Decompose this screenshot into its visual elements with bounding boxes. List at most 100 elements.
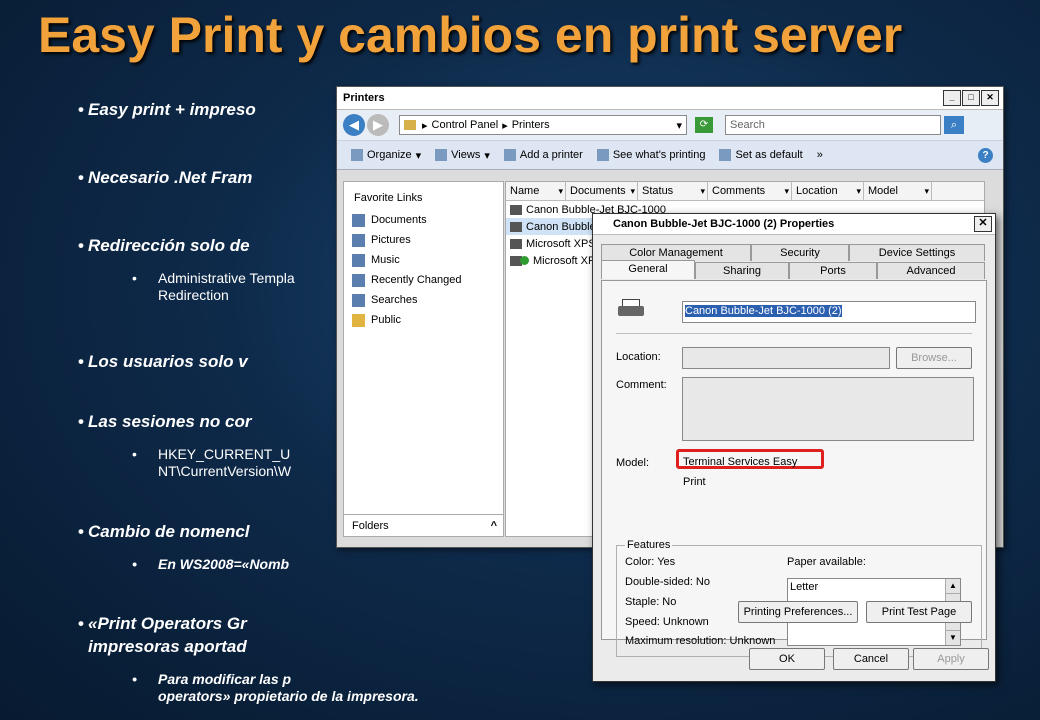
nav-pictures[interactable]: Pictures	[344, 230, 503, 250]
nav-label: Public	[371, 314, 401, 326]
address-separator: ▸	[422, 119, 428, 132]
bullet-easy-print: Easy print + impreso	[78, 100, 256, 120]
bullet-redireccion: Redirección solo de	[78, 236, 250, 256]
printer-name-input[interactable]: Canon Bubble-Jet BJC-1000 (2)	[682, 301, 976, 323]
recent-icon	[352, 273, 365, 287]
favorite-links-heading: Favorite Links	[354, 192, 423, 204]
help-icon[interactable]: ?	[978, 147, 993, 163]
default-printer-icon	[719, 149, 732, 161]
tab-general[interactable]: General	[601, 260, 695, 279]
public-folder-icon	[352, 313, 365, 327]
column-model[interactable]: Model	[864, 182, 932, 200]
tab-device-settings[interactable]: Device Settings	[849, 244, 985, 261]
ok-button[interactable]: OK	[749, 648, 825, 670]
back-arrow-icon[interactable]: ◀	[343, 114, 365, 136]
printer-queue-icon	[596, 149, 609, 161]
column-location[interactable]: Location	[792, 182, 864, 200]
bullet-sesiones: Las sesiones no cor	[78, 412, 251, 432]
navigation-pane: Favorite Links Documents Pictures Music …	[343, 181, 504, 537]
folders-toggle[interactable]: Folders ^	[344, 514, 503, 536]
tab-ports[interactable]: Ports	[789, 262, 877, 279]
folders-label: Folders	[352, 520, 389, 532]
browse-button[interactable]: Browse...	[896, 347, 972, 369]
feature-double-sided: Double-sided: No	[625, 576, 710, 588]
maximize-icon[interactable]: □	[962, 90, 980, 106]
nav-music[interactable]: Music	[344, 250, 503, 270]
set-default-label: Set as default	[735, 149, 803, 161]
column-status[interactable]: Status	[638, 182, 708, 200]
sub-bullet-ws2008: En WS2008=«Nomb	[132, 556, 289, 573]
close-icon[interactable]: ✕	[981, 90, 999, 106]
address-dropdown-icon[interactable]: ▾	[676, 119, 682, 132]
pictures-icon	[352, 233, 365, 247]
feature-staple: Staple: No	[625, 596, 677, 608]
organize-button[interactable]: Organize ▾	[351, 149, 421, 162]
chevron-up-icon: ^	[490, 520, 497, 532]
model-value: Terminal Services Easy Print	[683, 456, 798, 488]
refresh-icon[interactable]: ⟳	[695, 117, 713, 133]
cancel-button[interactable]: Cancel	[833, 648, 909, 670]
features-label: Features	[625, 539, 673, 551]
printing-preferences-button[interactable]: Printing Preferences...	[738, 601, 858, 623]
nav-recently-changed[interactable]: Recently Changed	[344, 270, 503, 290]
tab-advanced[interactable]: Advanced	[877, 262, 985, 279]
comment-input[interactable]	[682, 377, 974, 441]
bullet-print-operators: «Print Operators Gr	[78, 614, 247, 634]
apply-button[interactable]: Apply	[913, 648, 989, 670]
add-printer-button[interactable]: Add a printer	[503, 149, 583, 161]
bullet-net-framework: Necesario .Net Fram	[78, 168, 252, 188]
forward-arrow-icon[interactable]: ▶	[367, 114, 389, 136]
address-part-control-panel[interactable]: Control Panel	[432, 119, 499, 131]
command-toolbar: Organize ▾ Views ▾ Add a printer See wha…	[337, 140, 1003, 170]
nav-public[interactable]: Public	[344, 310, 503, 330]
nav-label: Searches	[371, 294, 418, 306]
paper-item[interactable]: Letter	[788, 579, 960, 593]
scroll-up-icon[interactable]: ▲	[946, 579, 960, 594]
dialog-title: Canon Bubble-Jet BJC-1000 (2) Properties	[613, 218, 835, 230]
tab-color-management[interactable]: Color Management	[601, 244, 751, 261]
scroll-down-icon[interactable]: ▼	[946, 630, 960, 645]
bullet-nomenclatura: Cambio de nomencl	[78, 522, 250, 542]
model-label: Model:	[616, 457, 650, 469]
address-input[interactable]: ▸ Control Panel ▸ Printers ▾	[399, 115, 687, 135]
general-tab-panel: Canon Bubble-Jet BJC-1000 (2) Location: …	[601, 280, 987, 657]
dialog-titlebar[interactable]: Canon Bubble-Jet BJC-1000 (2) Properties…	[593, 214, 995, 235]
nav-documents[interactable]: Documents	[344, 210, 503, 230]
feature-speed: Speed: Unknown	[625, 616, 709, 628]
feature-max-resolution: Maximum resolution: Unknown	[625, 635, 776, 647]
column-headers: Name Documents Status Comments Location …	[506, 182, 984, 201]
views-button[interactable]: Views ▾	[435, 149, 490, 162]
window-title: Printers	[343, 92, 385, 104]
printer-name-selected: Canon Bubble-Jet BJC-1000 (2)	[685, 305, 842, 317]
paper-available-label: Paper available:	[787, 556, 866, 568]
printer-icon	[510, 221, 522, 232]
search-icon[interactable]: ⌕	[944, 116, 964, 134]
sub-bullet-para-modificar: Para modificar las p	[132, 671, 291, 688]
set-default-button[interactable]: Set as default	[719, 149, 803, 161]
more-commands-button[interactable]: »	[817, 149, 823, 161]
model-value-highlight: Terminal Services Easy Print	[676, 449, 824, 488]
search-input[interactable]: Search	[725, 115, 941, 135]
minimize-icon[interactable]: _	[943, 90, 961, 106]
nav-searches[interactable]: Searches	[344, 290, 503, 310]
location-label: Location:	[616, 351, 661, 363]
printer-icon	[618, 299, 646, 319]
nav-label: Recently Changed	[371, 274, 462, 286]
music-icon	[352, 253, 365, 267]
column-comments[interactable]: Comments	[708, 182, 792, 200]
address-part-printers[interactable]: Printers	[512, 119, 550, 131]
printer-name: Microsoft XPS	[526, 237, 596, 250]
column-name[interactable]: Name	[506, 182, 566, 200]
tab-sharing[interactable]: Sharing	[695, 262, 789, 279]
printer-name: Canon Bubble	[526, 220, 596, 233]
location-input[interactable]	[682, 347, 890, 369]
see-printing-button[interactable]: See what's printing	[596, 149, 706, 161]
print-test-page-button[interactable]: Print Test Page	[866, 601, 972, 623]
see-printing-label: See what's printing	[612, 149, 706, 161]
organize-label: Organize	[367, 149, 412, 161]
folder-icon	[404, 120, 416, 130]
dialog-close-icon[interactable]: ✕	[974, 216, 992, 232]
window-titlebar[interactable]: Printers _ □ ✕	[337, 87, 1003, 110]
tab-security[interactable]: Security	[751, 244, 849, 261]
column-documents[interactable]: Documents	[566, 182, 638, 200]
